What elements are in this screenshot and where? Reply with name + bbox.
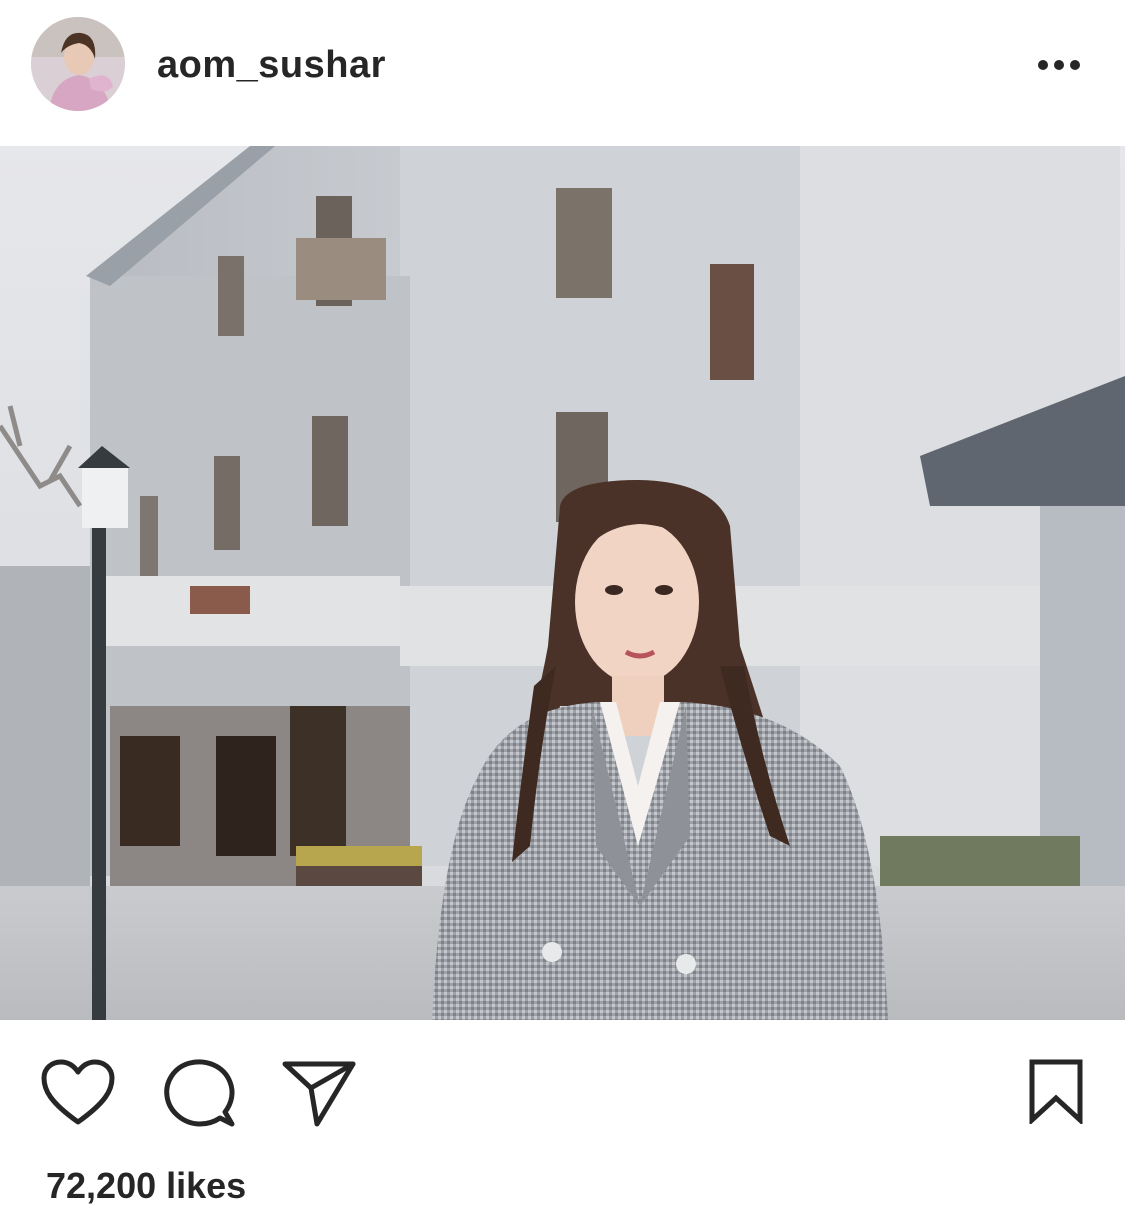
more-horizontal-icon (1038, 60, 1080, 70)
bookmark-icon (1029, 1059, 1083, 1126)
username[interactable]: aom_sushar (157, 42, 386, 88)
post-header: aom_sushar (0, 0, 1125, 146)
post-photo[interactable] (0, 146, 1125, 1020)
like-button[interactable] (40, 1058, 116, 1133)
action-bar (0, 1020, 1125, 1170)
likes-count[interactable]: 72,200 likes (46, 1164, 246, 1208)
heart-icon (41, 1059, 115, 1125)
avatar[interactable] (31, 17, 125, 111)
share-button[interactable] (281, 1058, 357, 1133)
more-options-button[interactable] (1030, 48, 1088, 82)
paper-plane-icon (282, 1061, 356, 1127)
post-image (0, 146, 1125, 1020)
comment-button[interactable] (162, 1056, 236, 1135)
save-button[interactable] (1026, 1058, 1086, 1129)
avatar-image (31, 17, 125, 111)
comment-bubble-icon (164, 1059, 235, 1127)
